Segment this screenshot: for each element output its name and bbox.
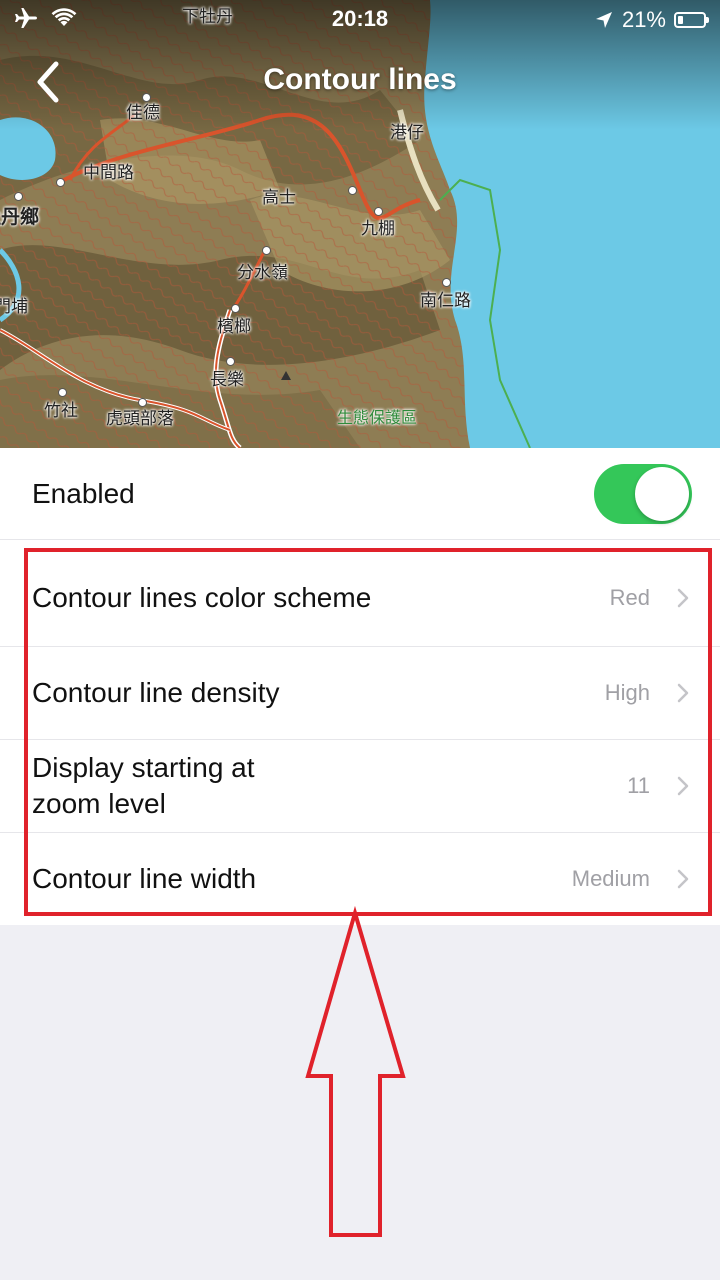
zoom-level-label-line1: Display starting at — [32, 752, 255, 783]
battery-percent: 21% — [621, 7, 666, 32]
map-label: 門埔 — [0, 297, 28, 317]
battery-icon — [674, 12, 709, 28]
chevron-right-icon — [677, 588, 689, 608]
section-spacer — [0, 540, 720, 550]
map-poi-dot — [262, 246, 271, 255]
map-label: 南仁路 — [420, 291, 471, 311]
map-poi-dot — [226, 357, 235, 366]
zoom-level-row[interactable]: Display starting at zoom level 11 — [0, 740, 720, 833]
zoom-level-label: Display starting at zoom level — [32, 750, 255, 822]
line-density-label: Contour line density — [32, 677, 280, 708]
line-width-value: Medium — [571, 866, 650, 891]
map-poi-dot — [374, 207, 383, 216]
zoom-level-value: 11 — [627, 773, 650, 798]
color-scheme-row[interactable]: Contour lines color scheme Red — [0, 550, 720, 647]
location-arrow-icon — [595, 12, 612, 28]
map-poi-dot — [56, 178, 65, 187]
line-width-label: Contour line width — [32, 863, 257, 894]
map-label: 分水嶺 — [237, 263, 288, 283]
map-label: 竹社 — [44, 401, 78, 421]
navigation-bar: Contour lines — [0, 50, 720, 114]
line-width-row[interactable]: Contour line width Medium — [0, 833, 720, 925]
chevron-right-icon — [677, 869, 689, 889]
map-poi-dot — [442, 278, 451, 287]
map-label: 牡丹鄉 — [0, 206, 40, 228]
map-label: 九棚 — [361, 219, 395, 239]
chevron-right-icon — [677, 776, 689, 796]
map-label: 檳榔 — [217, 317, 251, 337]
chevron-right-icon — [677, 683, 689, 703]
map-label: 虎頭部落 — [106, 409, 174, 429]
map-label: 高士 — [262, 188, 296, 208]
map-poi-dot — [348, 186, 357, 195]
line-density-value: High — [604, 680, 650, 705]
enabled-row: Enabled — [0, 448, 720, 540]
toggle-knob — [635, 467, 689, 521]
map-poi-dot — [58, 388, 67, 397]
page-title: Contour lines — [263, 63, 457, 96]
map-preview: 下牡丹 佳德 港仔 中間路 高士 牡丹鄉 九棚 分水嶺 南仁路 門埔 檳榔 長樂… — [0, 0, 720, 448]
color-scheme-value: Red — [609, 585, 650, 610]
map-label: 港仔 — [390, 123, 424, 143]
settings-list: Enabled Contour lines color scheme Red C… — [0, 448, 720, 925]
line-density-row[interactable]: Contour line density High — [0, 647, 720, 740]
annotation-up-arrow — [305, 905, 406, 1237]
zoom-level-label-line2: zoom level — [32, 788, 166, 819]
color-scheme-label: Contour lines color scheme — [32, 582, 372, 613]
status-bar: 20:18 21% — [0, 0, 720, 40]
map-label: 長樂 — [210, 370, 244, 390]
map-poi-dot — [14, 192, 23, 201]
map-poi-dot — [138, 398, 147, 407]
map-label: 中間路 — [83, 163, 134, 183]
map-label: 生態保護區 — [337, 408, 418, 427]
enabled-toggle[interactable] — [594, 464, 692, 524]
map-poi-dot — [231, 304, 240, 313]
enabled-label: Enabled — [32, 477, 135, 509]
